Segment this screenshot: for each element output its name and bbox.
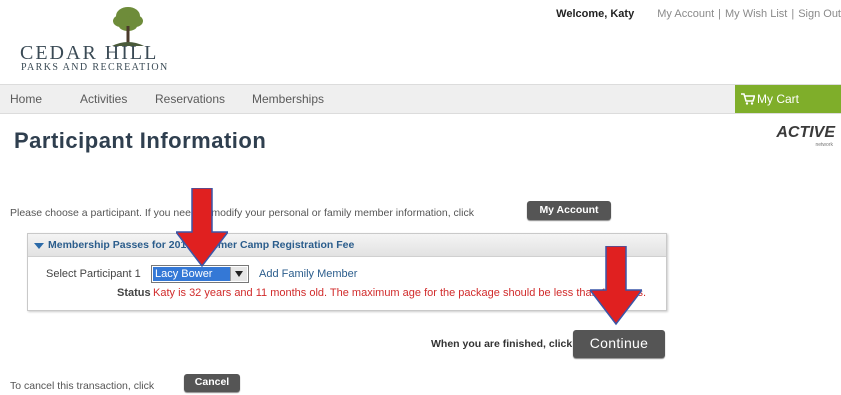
nav-reservations[interactable]: Reservations <box>155 92 225 106</box>
my-wish-list-link[interactable]: My Wish List <box>725 8 787 20</box>
nav-home[interactable]: Home <box>10 92 42 106</box>
panel-header[interactable]: Membership Passes for 2015 Summer Camp R… <box>28 234 666 257</box>
finish-instruction: When you are finished, click <box>431 338 573 350</box>
chevron-down-icon[interactable] <box>230 267 247 281</box>
cart-label: My Cart <box>757 92 799 106</box>
cedar-hill-logo[interactable]: CEDAR HILL PARKS AND RECREATION <box>14 4 214 74</box>
welcome-text: Welcome, Katy <box>556 8 635 20</box>
membership-panel: Membership Passes for 2015 Summer Camp R… <box>27 233 667 311</box>
cancel-button[interactable]: Cancel <box>184 374 240 392</box>
my-account-link[interactable]: My Account <box>657 8 714 20</box>
continue-button[interactable]: Continue <box>573 330 665 358</box>
active-network-logo: ACTIVE <box>776 124 835 141</box>
add-family-member-link[interactable]: Add Family Member <box>259 268 357 280</box>
cart-icon <box>741 93 755 105</box>
selected-participant: Lacy Bower <box>153 267 230 281</box>
my-account-button[interactable]: My Account <box>527 201 611 220</box>
main-nav: Home Activities Reservations Memberships… <box>0 84 841 114</box>
annotation-arrow-down-icon <box>176 188 228 268</box>
nav-memberships[interactable]: Memberships <box>252 92 324 106</box>
link-separator: | <box>791 8 795 20</box>
logo-subtitle: PARKS AND RECREATION <box>21 62 169 73</box>
status-label: Status <box>117 287 151 299</box>
link-separator: | <box>718 8 721 20</box>
active-network-sub: network <box>815 142 833 148</box>
annotation-arrow-down-icon <box>590 246 642 326</box>
page-title: Participant Information <box>14 128 267 153</box>
sign-out-link[interactable]: Sign Out <box>798 8 841 20</box>
nav-activities[interactable]: Activities <box>80 92 127 106</box>
cancel-instruction: To cancel this transaction, click <box>10 380 155 392</box>
collapse-triangle-icon[interactable] <box>34 243 44 249</box>
account-links: Welcome, Katy My Account | My Wish List | Si… <box>556 8 841 20</box>
my-cart-button[interactable]: My Cart <box>735 85 841 113</box>
instruction-text: Please choose a participant. If you need… <box>10 207 474 219</box>
status-message: Katy is 32 years and 11 months old. The … <box>153 287 647 299</box>
select-participant-label: Select Participant 1 <box>46 268 141 280</box>
